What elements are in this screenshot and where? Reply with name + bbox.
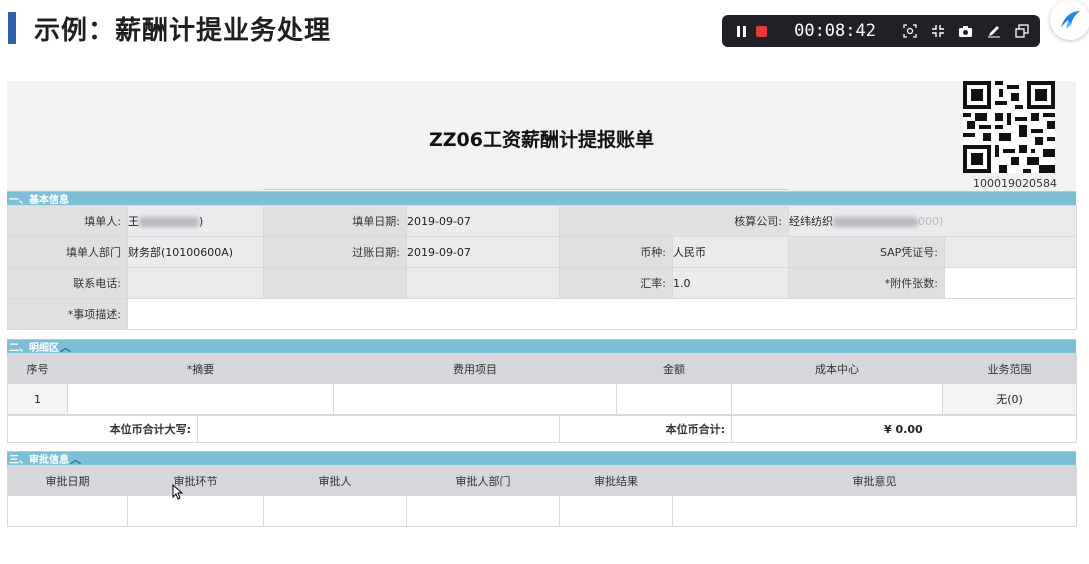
basic-info-table: 填单人: 王) 填单日期: 2019-09-07 核算公司: 经纬纺织 000) … xyxy=(7,205,1078,330)
col-header: 审批环节 xyxy=(127,465,264,496)
filler-label: 填单人: xyxy=(7,205,128,237)
currency-label: 币种: xyxy=(559,236,673,268)
post-date-label: 过账日期: xyxy=(263,236,407,268)
approval-cell xyxy=(127,495,264,527)
app-logo-icon xyxy=(1050,0,1089,40)
dept-label: 填单人部门 xyxy=(7,236,128,268)
desc-label: *事项描述: xyxy=(7,298,128,330)
redacted-mask xyxy=(833,217,918,227)
fill-date-label: 填单日期: xyxy=(263,205,407,237)
col-header: 审批人部门 xyxy=(406,465,560,496)
expense-cell[interactable] xyxy=(333,383,617,415)
chevron-up-icon[interactable]: ︿ xyxy=(70,451,81,467)
recording-timer: 00:08:42 xyxy=(794,21,876,41)
approval-cell xyxy=(263,495,407,527)
col-header: 金额 xyxy=(616,353,732,384)
phone-field[interactable] xyxy=(127,267,264,299)
title-accent-bar xyxy=(8,12,16,44)
stop-icon[interactable] xyxy=(754,21,768,41)
col-header: 业务范围 xyxy=(942,353,1077,384)
pause-icon[interactable] xyxy=(734,21,748,41)
currency-field[interactable]: 人民币 xyxy=(672,236,789,268)
rate-label: 汇率: xyxy=(559,267,673,299)
col-header: 审批意见 xyxy=(672,465,1077,496)
qr-code-icon xyxy=(963,81,1055,173)
document-title: ZZ06工资薪酬计提报账单 xyxy=(429,129,654,151)
col-header: 审批日期 xyxy=(7,465,128,496)
total-label: 本位币合计: xyxy=(559,415,732,443)
approval-cell xyxy=(672,495,1077,527)
collapse-icon[interactable] xyxy=(928,21,948,41)
section-approval-title: 三、审批信息 xyxy=(9,455,69,466)
post-date-field[interactable]: 2019-09-07 xyxy=(406,236,560,268)
company-field[interactable]: 经纬纺织 000) xyxy=(787,205,1078,237)
approval-cell xyxy=(7,495,128,527)
filler-field[interactable]: 王) xyxy=(127,205,264,237)
dept-field[interactable]: 财务部(10100600A) xyxy=(127,236,264,268)
approval-cell xyxy=(559,495,673,527)
focus-icon[interactable] xyxy=(900,21,920,41)
attach-field[interactable] xyxy=(943,267,1078,299)
attach-label: *附件张数: xyxy=(788,267,945,299)
summary-cell[interactable] xyxy=(67,383,334,415)
window-icon[interactable] xyxy=(1012,21,1032,41)
title-divider xyxy=(263,189,789,190)
section-detail[interactable]: 二、明细区 ︿ xyxy=(7,339,1076,355)
col-header: 审批人 xyxy=(263,465,407,496)
col-header: 审批结果 xyxy=(559,465,673,496)
table-row xyxy=(7,495,1077,527)
recorder-toolbar: 00:08:42 xyxy=(722,15,1040,47)
rate-field[interactable]: 1.0 xyxy=(672,267,789,299)
empty-label xyxy=(263,267,407,299)
camera-icon[interactable] xyxy=(956,21,976,41)
total-words-field xyxy=(197,415,560,443)
form-header: ZZ06工资薪酬计提报账单 100019020584 xyxy=(7,81,1076,191)
table-row: 1 无(0) xyxy=(7,383,1077,415)
sap-label: SAP凭证号: xyxy=(788,236,945,268)
totals-table: 本位币合计大写: 本位币合计: ¥ 0.00 xyxy=(7,415,1077,443)
col-header: 序号 xyxy=(7,353,68,384)
company-label: 核算公司: xyxy=(559,205,789,237)
redacted-mask xyxy=(139,217,199,227)
chevron-up-icon[interactable]: ︿ xyxy=(60,339,71,355)
col-header: 成本中心 xyxy=(731,353,943,384)
section-detail-title: 二、明细区 xyxy=(9,343,59,354)
detail-table: 序号 *摘要 费用项目 金额 成本中心 业务范围 1 无(0) xyxy=(7,353,1077,415)
amount-cell[interactable] xyxy=(616,383,732,415)
cost-center-cell[interactable] xyxy=(731,383,943,415)
pen-icon[interactable] xyxy=(984,21,1004,41)
section-basic-info[interactable]: 一、基本信息 xyxy=(7,191,1076,206)
approval-cell xyxy=(406,495,560,527)
approval-table: 审批日期 审批环节 审批人 审批人部门 审批结果 审批意见 xyxy=(7,465,1077,527)
row-number: 1 xyxy=(7,383,68,415)
reimbursement-form: ZZ06工资薪酬计提报账单 100019020584 一、基本信息 填单人: 王… xyxy=(7,81,1078,527)
section-approval[interactable]: 三、审批信息 ︿ xyxy=(7,451,1076,467)
phone-label: 联系电话: xyxy=(7,267,128,299)
col-header: *摘要 xyxy=(67,353,334,384)
desc-field[interactable] xyxy=(126,298,1078,330)
slide-title-text: 示例：薪酬计提业务处理 xyxy=(34,15,332,46)
sap-field[interactable] xyxy=(943,236,1078,268)
qr-number: 100019020584 xyxy=(973,177,1057,190)
fill-date-field[interactable]: 2019-09-07 xyxy=(406,205,560,237)
total-value: ¥ 0.00 xyxy=(731,415,1077,443)
slide-title: 示例：薪酬计提业务处理 xyxy=(0,8,331,48)
section-basic-info-title: 一、基本信息 xyxy=(9,195,69,206)
col-header: 费用项目 xyxy=(333,353,617,384)
total-words-label: 本位币合计大写: xyxy=(7,415,198,443)
scope-cell[interactable]: 无(0) xyxy=(942,383,1077,415)
empty-field xyxy=(406,267,560,299)
mouse-cursor-icon xyxy=(172,484,183,500)
